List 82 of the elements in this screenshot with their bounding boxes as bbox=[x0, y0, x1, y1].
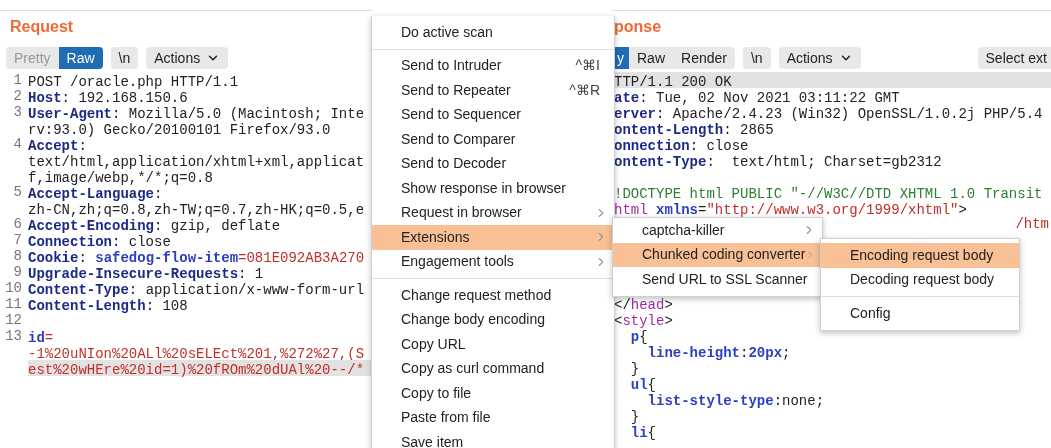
pane-title: ponse bbox=[614, 17, 662, 37]
code-line: text/html,application/xhtml+xml,applicat bbox=[28, 153, 365, 168]
code-line: ate: Tue, 02 Nov 2021 03:11:22 GMT bbox=[614, 89, 900, 104]
menu-item[interactable]: Send to Sequencer bbox=[372, 102, 614, 127]
menu-item[interactable]: Send to Decoder bbox=[372, 151, 614, 176]
menu-item[interactable]: Show response in browser bbox=[372, 176, 614, 201]
code-line: list-style-type:none; bbox=[646, 392, 825, 407]
menu-item[interactable]: Send URL to SSL Scanner bbox=[613, 267, 822, 292]
menu-item[interactable]: Paste from file bbox=[372, 405, 614, 430]
menu-item[interactable]: Request in browser bbox=[372, 200, 614, 225]
menu-item[interactable]: Encoding request body bbox=[821, 243, 1019, 268]
code-line: POST /oracle.php HTTP/1.1 bbox=[28, 73, 239, 88]
line-number: 13 bbox=[5, 327, 22, 344]
line-number: 3 bbox=[13, 103, 22, 120]
code-line: Connection: close bbox=[28, 233, 171, 248]
code-line: } bbox=[629, 360, 640, 375]
menu-item[interactable]: Copy URL bbox=[372, 332, 614, 357]
code-line: p{ bbox=[629, 328, 648, 343]
code-line: Content-Type: application/x-www-form-url bbox=[28, 281, 365, 296]
line-number: 10 bbox=[5, 279, 22, 296]
code-line: id= bbox=[28, 329, 54, 344]
code-line: onnection: close bbox=[614, 137, 749, 152]
view-tab[interactable]: Raw bbox=[58, 47, 103, 69]
pane-title: Request bbox=[10, 17, 74, 37]
shortcut-label: ^⌘I bbox=[575, 56, 600, 76]
menu-item[interactable]: Send to Repeater ^⌘R bbox=[372, 78, 614, 103]
menu-item[interactable]: Engagement tools bbox=[372, 249, 614, 274]
newline-toggle[interactable]: \n bbox=[742, 47, 771, 69]
menu-item[interactable]: captcha-killer bbox=[613, 218, 822, 243]
actions-dropdown[interactable]: Actions bbox=[778, 47, 861, 69]
code-line: !DOCTYPE html PUBLIC "-//W3C//DTD XHTML 1.0 Transit bbox=[614, 185, 1043, 200]
view-tab[interactable]: Raw bbox=[629, 47, 673, 69]
code-line: </head> bbox=[614, 296, 673, 311]
code-line: Accept-Language: bbox=[28, 185, 163, 200]
code-line: -1%20uNIon%20ALl%20sELEct%201,%272%27,(S bbox=[28, 345, 365, 360]
line-number: 12 bbox=[5, 311, 22, 328]
code-line: Accept: bbox=[28, 137, 87, 152]
code-line: ul{ bbox=[629, 376, 656, 391]
menu-item[interactable]: Chunked coding converter bbox=[613, 242, 822, 267]
menu-item[interactable]: Send to Comparer bbox=[372, 127, 614, 152]
actions-dropdown[interactable]: Actions bbox=[146, 47, 229, 69]
line-number: 5 bbox=[13, 183, 22, 200]
select-extension-button[interactable]: Select ext bbox=[977, 47, 1051, 69]
menu-item[interactable]: Send to Intruder ^⌘I bbox=[372, 53, 614, 78]
code-line: rv:93.0) Gecko/20100101 Firefox/93.0 bbox=[28, 121, 331, 136]
menu-item[interactable]: Extensions bbox=[372, 225, 614, 250]
code-line: <style> bbox=[614, 312, 673, 327]
line-number: 7 bbox=[13, 231, 22, 248]
code-line: ontent-Length: 2865 bbox=[614, 121, 774, 136]
code-line: f,image/webp,*/*;q=0.8 bbox=[28, 169, 213, 184]
code-line: Host: 192.168.150.6 bbox=[28, 89, 188, 104]
line-number: 1 bbox=[13, 71, 22, 88]
view-tab[interactable]: Render bbox=[673, 47, 735, 69]
line-number: 8 bbox=[13, 247, 22, 264]
menu-item[interactable]: Change request method bbox=[372, 283, 614, 308]
code-line: Content-Length: 108 bbox=[28, 297, 188, 312]
menu-item[interactable]: Config bbox=[821, 301, 1019, 326]
menu-item[interactable]: Do active scan bbox=[372, 20, 614, 45]
code-line: line-height:20px; bbox=[646, 344, 791, 359]
menu-item[interactable]: Change body encoding bbox=[372, 307, 614, 332]
code-line: } bbox=[629, 408, 640, 423]
menu-item[interactable]: Copy to file bbox=[372, 381, 614, 406]
line-number: 6 bbox=[13, 215, 22, 232]
code-line: Upgrade-Insecure-Requests: 1 bbox=[28, 265, 264, 280]
line-number: 2 bbox=[13, 87, 22, 104]
code-line: li{ bbox=[629, 424, 656, 439]
code-line: zh-CN,zh;q=0.8,zh-TW;q=0.7,zh-HK;q=0.5,e bbox=[28, 201, 365, 216]
menu-item[interactable]: Decoding request body bbox=[821, 267, 1019, 292]
line-number: 4 bbox=[13, 135, 22, 152]
shortcut-label: ^⌘R bbox=[569, 80, 600, 100]
newline-toggle[interactable]: \n bbox=[110, 47, 139, 69]
code-line: User-Agent: Mozilla/5.0 (Macintosh; Inte bbox=[28, 105, 365, 120]
line-number: 9 bbox=[13, 263, 22, 280]
menu-item[interactable]: Copy as curl command bbox=[372, 356, 614, 381]
code-line: ontent-Type: text/html; Charset=gb2312 bbox=[614, 153, 942, 168]
code-line: html xmlns="http://www.w3.org/1999/xhtml"> bbox=[614, 201, 967, 216]
code-line: /htm bbox=[1015, 214, 1049, 234]
code-line: Cookie: safedog-flow-item=081E092AB3A270 bbox=[28, 249, 365, 264]
code-line: erver: Apache/2.4.23 (Win32) OpenSSL/1.0.2j PHP/5.4 bbox=[614, 105, 1043, 120]
line-number: 11 bbox=[5, 295, 22, 312]
code-line: Accept-Encoding: gzip, deflate bbox=[28, 217, 281, 232]
menu-item[interactable]: Save item bbox=[372, 430, 614, 448]
